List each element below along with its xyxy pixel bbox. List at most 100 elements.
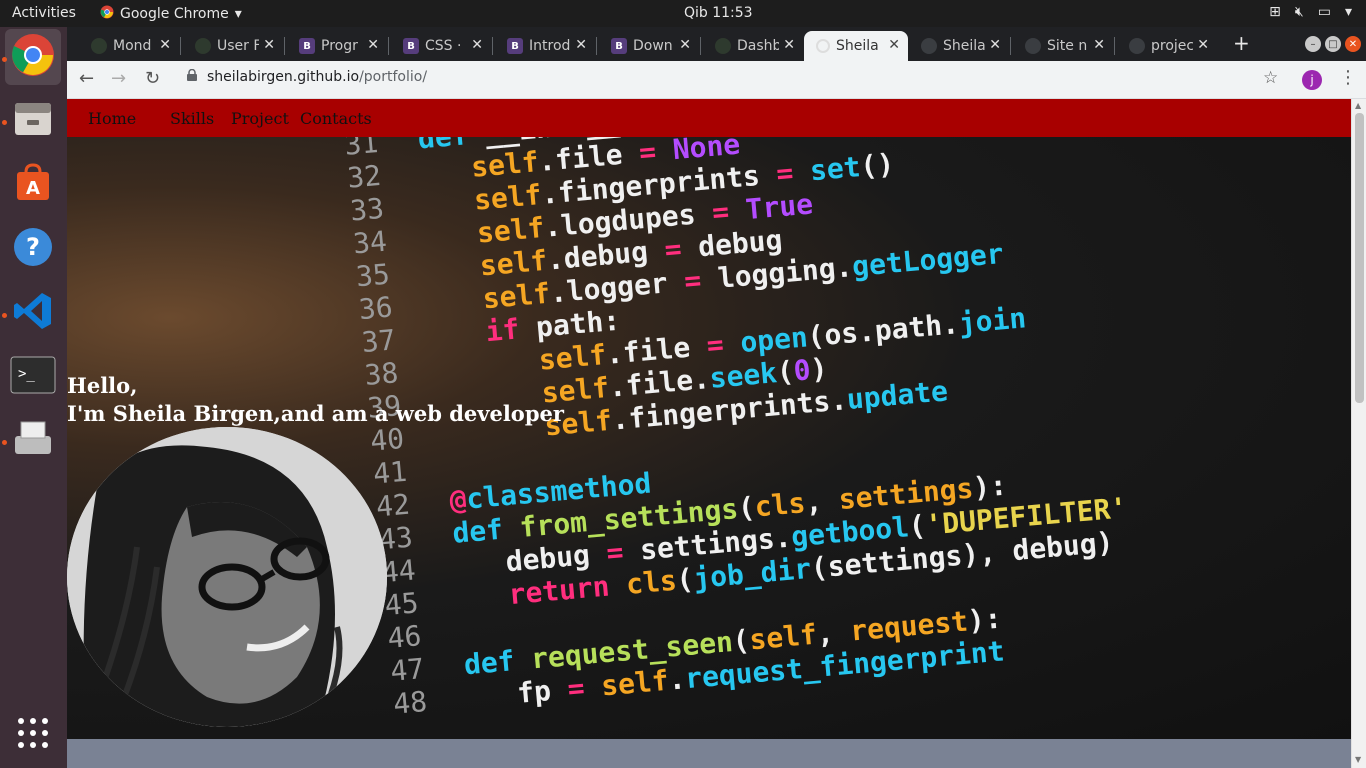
tab-separator (180, 37, 181, 55)
tab-projec[interactable]: projec ✕ (1117, 31, 1217, 61)
nav-home[interactable]: Home (88, 109, 136, 128)
github-icon (195, 38, 211, 54)
chevron-down-icon: ▾ (1344, 4, 1352, 20)
tab-separator (492, 37, 493, 55)
system-tray[interactable]: ⊞ 🔇︎ ▭ ▾ (1269, 4, 1352, 20)
scrollbar-thumb[interactable] (1355, 113, 1364, 403)
running-indicator (2, 57, 7, 62)
close-icon[interactable]: ✕ (159, 37, 171, 53)
scroll-up-icon[interactable]: ▲ (1355, 101, 1361, 110)
app-menu-label: Google Chrome (120, 6, 229, 22)
scroll-down-icon[interactable]: ▼ (1355, 755, 1361, 764)
svg-text:>_: >_ (18, 366, 35, 382)
code-background-image: 31def __init__(self 32 self.file = None … (343, 137, 1129, 721)
github-icon (1129, 38, 1145, 54)
github-icon (715, 38, 731, 54)
tab-sheila[interactable]: Sheila ✕ (909, 31, 1009, 61)
site-navbar: Home Skills Project Contacts (67, 99, 1351, 137)
bootstrap-icon: B (403, 38, 419, 54)
tab-site[interactable]: Site n ✕ (1013, 31, 1113, 61)
close-icon[interactable]: ✕ (679, 37, 691, 53)
maximize-button[interactable]: □ (1325, 36, 1341, 52)
tab-separator (1114, 37, 1115, 55)
tab-mond[interactable]: Mond ✕ (79, 31, 179, 61)
page-scrollbar[interactable]: ▲ ▼ (1351, 99, 1366, 768)
scanner-icon (11, 418, 55, 464)
tab-down[interactable]: B Down ✕ (599, 31, 699, 61)
tab-sheila-active[interactable]: Sheila ✕ (804, 31, 908, 61)
close-icon[interactable]: ✕ (367, 37, 379, 53)
close-icon[interactable]: ✕ (575, 37, 587, 53)
tab-strip: Mond✕ User F✕ BProgr✕ BCSS · B✕ BIntrod✕… (67, 27, 1366, 61)
tab-dashb[interactable]: Dashb ✕ (703, 31, 803, 61)
dock-help[interactable]: ? (5, 221, 61, 277)
dock-scanner[interactable] (5, 413, 61, 469)
new-tab-button[interactable]: + (1233, 31, 1250, 55)
browser-toolbar: ← → ↻ sheilabirgen.github.io/portfolio/ … (67, 61, 1366, 99)
nav-skills[interactable]: Skills (170, 109, 214, 128)
bookmark-star-icon[interactable]: ☆ (1263, 68, 1278, 88)
hero-background: 31def __init__(self 32 self.file = None … (67, 137, 1351, 739)
tab-user[interactable]: User F ✕ (183, 31, 283, 61)
page-footer (67, 739, 1351, 768)
system-top-bar: Activities Google Chrome ▾ Qib 11:53 ⊞ 🔇… (0, 0, 1366, 27)
close-icon[interactable]: ✕ (471, 37, 483, 53)
nav-contacts[interactable]: Contacts (300, 109, 372, 128)
software-store-icon: A (12, 162, 54, 208)
dock-vscode[interactable] (5, 285, 61, 341)
file-manager-icon (12, 98, 54, 144)
tab-css[interactable]: BCSS · B✕ (391, 31, 491, 61)
tab-separator (1010, 37, 1011, 55)
dock-files[interactable] (5, 93, 61, 149)
chrome-menu-icon[interactable]: ⋮ (1339, 67, 1357, 88)
reload-button[interactable]: ↻ (145, 68, 160, 89)
tab-progr[interactable]: B Progr ✕ (287, 31, 387, 61)
dock-chrome[interactable] (5, 29, 61, 85)
close-icon[interactable]: ✕ (888, 37, 900, 53)
close-icon[interactable]: ✕ (989, 37, 1001, 53)
app-grid-icon (16, 716, 50, 754)
running-indicator (2, 120, 7, 125)
page-viewport: Home Skills Project Contacts 31def __ini… (67, 99, 1351, 768)
clock[interactable]: Qib 11:53 (684, 5, 753, 21)
app-menu[interactable]: Google Chrome ▾ (100, 5, 242, 23)
battery-icon: ▭ (1317, 4, 1331, 20)
back-button[interactable]: ← (79, 68, 94, 89)
minimize-button[interactable]: – (1305, 36, 1321, 52)
forward-button[interactable]: → (111, 68, 126, 89)
dock-show-apps[interactable] (5, 707, 61, 763)
help-icon: ? (12, 226, 54, 272)
tab-separator (284, 37, 285, 55)
greeting-line-1: Hello, (67, 373, 138, 398)
terminal-icon: >_ (10, 356, 56, 398)
close-icon[interactable]: ✕ (1093, 37, 1105, 53)
activities-button[interactable]: Activities (12, 5, 76, 21)
tab-introd[interactable]: B Introd ✕ (495, 31, 595, 61)
profile-photo (67, 427, 387, 727)
close-icon[interactable]: ✕ (1197, 37, 1209, 53)
network-icon: ⊞ (1269, 4, 1281, 20)
running-indicator (2, 440, 7, 445)
dock-software[interactable]: A (5, 157, 61, 213)
dock-terminal[interactable]: >_ (5, 349, 61, 405)
close-icon[interactable]: ✕ (263, 37, 275, 53)
volume-icon: 🔇︎ (1294, 4, 1304, 20)
address-bar[interactable]: sheilabirgen.github.io/portfolio/ (187, 68, 428, 85)
url-path: /portfolio/ (359, 69, 428, 85)
tab-separator (388, 37, 389, 55)
tab-separator (596, 37, 597, 55)
chrome-small-icon (100, 5, 114, 23)
close-icon[interactable]: ✕ (783, 37, 795, 53)
github-icon (921, 38, 937, 54)
profile-avatar[interactable]: j (1302, 70, 1322, 90)
nav-project[interactable]: Project (231, 109, 289, 128)
vscode-icon (12, 290, 54, 336)
bootstrap-icon: B (611, 38, 627, 54)
chevron-down-icon: ▾ (234, 6, 242, 22)
close-window-button[interactable]: ✕ (1345, 36, 1361, 52)
tab-separator (700, 37, 701, 55)
chrome-icon (11, 33, 55, 81)
lock-icon (187, 68, 197, 85)
portrait-image (67, 427, 387, 727)
greeting-line-2: I'm Sheila Birgen,and am a web developer (67, 401, 564, 426)
